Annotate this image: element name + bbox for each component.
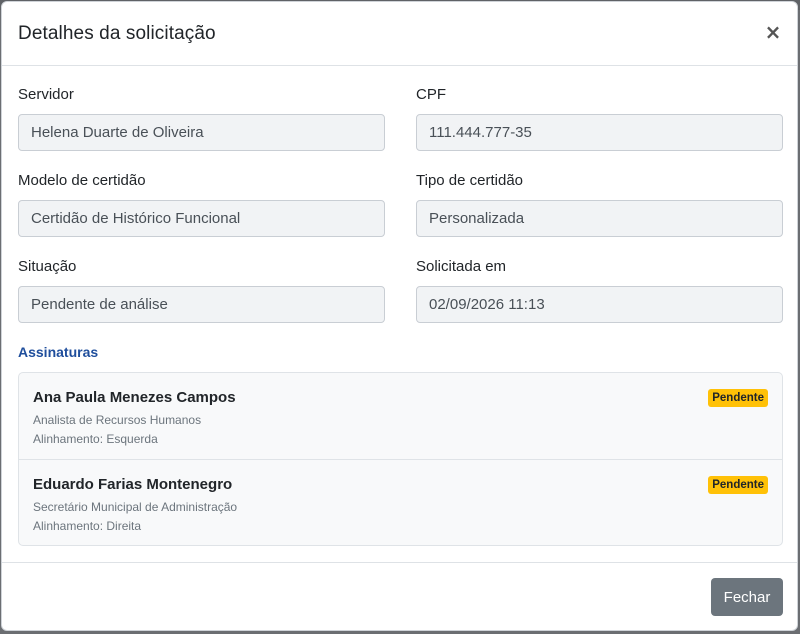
situacao-label: Situação [18,258,77,275]
signer-name: Eduardo Farias Montenegro [33,476,233,493]
situacao-field[interactable]: Pendente de análise [18,286,385,323]
servidor-field[interactable]: Helena Duarte de Oliveira [18,114,385,151]
signer-alignment: Alinhamento: Esquerda [33,432,158,446]
close-button[interactable]: Fechar [711,578,783,616]
cpf-label: CPF [416,86,446,103]
signatures-title: Assinaturas [18,344,99,360]
modelo-field[interactable]: Certidão de Histórico Funcional [18,200,385,237]
modelo-label: Modelo de certidão [18,172,146,189]
signer-role: Secretário Municipal de Administração [33,500,238,514]
servidor-label: Servidor [18,86,74,103]
list-item: Eduardo Farias Montenegro Secretário Mun… [19,460,782,546]
signer-role: Analista de Recursos Humanos [33,413,202,427]
modal-title: Detalhes da solicitação [18,23,216,44]
modal-body: Servidor Helena Duarte de Oliveira CPF 1… [2,66,797,563]
solicitada-field[interactable]: 02/09/2026 11:13 [416,286,783,323]
request-details-modal: Detalhes da solicitação × Servidor Helen… [1,1,798,631]
tipo-field[interactable]: Personalizada [416,200,783,237]
signer-alignment: Alinhamento: Direita [33,519,142,533]
close-icon[interactable]: × [763,22,783,42]
tipo-label: Tipo de certidão [416,172,524,189]
modal-header: Detalhes da solicitação × [2,2,797,66]
signature-list: Ana Paula Menezes Campos Analista de Rec… [18,372,783,546]
modal-footer: Fechar [2,563,797,630]
status-badge: Pendente [708,389,768,407]
solicitada-label: Solicitada em [416,258,507,275]
signer-name: Ana Paula Menezes Campos [33,389,236,406]
status-badge: Pendente [708,476,768,494]
cpf-field[interactable]: 111.444.777-35 [416,114,783,151]
list-item: Ana Paula Menezes Campos Analista de Rec… [19,373,782,460]
